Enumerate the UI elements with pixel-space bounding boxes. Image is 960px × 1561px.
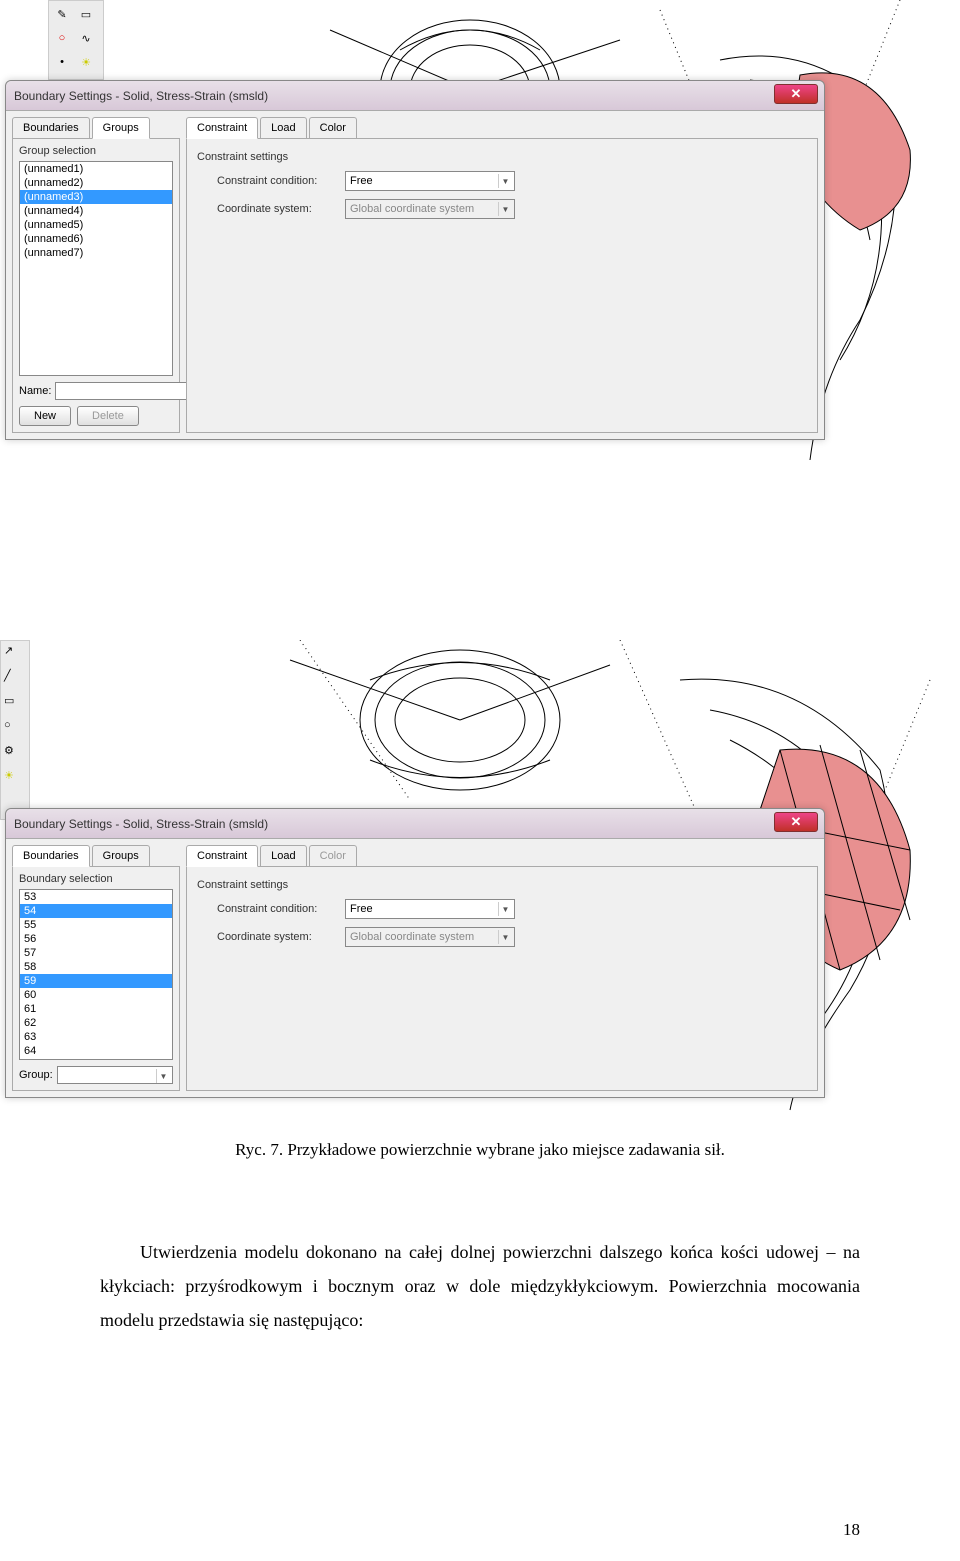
tab-boundaries[interactable]: Boundaries <box>12 117 90 138</box>
tab-color[interactable]: Color <box>309 117 357 138</box>
close-button[interactable]: ✕ <box>774 84 818 104</box>
rect-icon[interactable]: ▭ <box>75 3 97 25</box>
list-item[interactable]: 58 <box>20 960 172 974</box>
list-item[interactable]: (unnamed6) <box>20 232 172 246</box>
group-label: Group: <box>19 1069 53 1081</box>
group-combo[interactable]: ▼ <box>57 1066 173 1084</box>
coord-system-combo: Global coordinate system ▼ <box>345 199 515 219</box>
arrow-icon[interactable]: ↗ <box>4 644 26 666</box>
select-icon[interactable]: ▭ <box>4 694 26 716</box>
chevron-down-icon: ▼ <box>498 902 512 916</box>
name-label: Name: <box>19 385 51 397</box>
list-item[interactable]: 53 <box>20 890 172 904</box>
list-item[interactable]: 54 <box>20 904 172 918</box>
tab-color: Color <box>309 845 357 866</box>
titlebar[interactable]: Boundary Settings - Solid, Stress-Strain… <box>6 809 824 839</box>
group-selection-label: Group selection <box>19 145 173 157</box>
tab-boundaries[interactable]: Boundaries <box>12 845 90 867</box>
boundary-settings-dialog-2: Boundary Settings - Solid, Stress-Strain… <box>5 808 825 1098</box>
point-icon[interactable]: • <box>51 51 73 73</box>
right-tabs: Constraint Load Color <box>186 117 818 138</box>
sun-icon[interactable]: ☀ <box>75 51 97 73</box>
coord-system-label: Coordinate system: <box>217 931 337 943</box>
left-tabs: Boundaries Groups <box>12 845 180 866</box>
chevron-down-icon: ▼ <box>156 1069 170 1083</box>
close-button[interactable]: ✕ <box>774 812 818 832</box>
list-item[interactable]: 57 <box>20 946 172 960</box>
dialog-title: Boundary Settings - Solid, Stress-Strain… <box>14 89 268 103</box>
list-item[interactable]: 60 <box>20 988 172 1002</box>
chevron-down-icon: ▼ <box>498 174 512 188</box>
list-item[interactable]: 59 <box>20 974 172 988</box>
right-tabs: Constraint Load Color <box>186 845 818 866</box>
list-item[interactable]: 56 <box>20 932 172 946</box>
body-paragraph: Utwierdzenia modelu dokonano na całej do… <box>100 1235 860 1338</box>
boundary-settings-dialog-1: Boundary Settings - Solid, Stress-Strain… <box>5 80 825 440</box>
group-listbox[interactable]: (unnamed1)(unnamed2)(unnamed3)(unnamed4)… <box>19 161 173 376</box>
figure-caption: Ryc. 7. Przykładowe powierzchnie wybrane… <box>100 1140 860 1160</box>
constraint-settings-label: Constraint settings <box>197 879 811 891</box>
circle-icon[interactable]: ○ <box>51 27 73 49</box>
list-item[interactable]: 63 <box>20 1030 172 1044</box>
page-number: 18 <box>843 1520 860 1540</box>
new-button[interactable]: New <box>19 406 71 426</box>
constraint-condition-label: Constraint condition: <box>217 175 337 187</box>
list-item[interactable]: 55 <box>20 918 172 932</box>
constraint-settings-label: Constraint settings <box>197 151 811 163</box>
tab-load[interactable]: Load <box>260 117 306 138</box>
list-item[interactable]: (unnamed5) <box>20 218 172 232</box>
list-item[interactable]: (unnamed7) <box>20 246 172 260</box>
dialog-title: Boundary Settings - Solid, Stress-Strain… <box>14 817 268 831</box>
line-icon[interactable]: ╱ <box>4 669 26 691</box>
tool-palette: ✎ ▭ ○ ∿ • ☀ ✕ <box>48 0 104 80</box>
list-item[interactable]: (unnamed3) <box>20 190 172 204</box>
tab-groups[interactable]: Groups <box>92 845 150 866</box>
chevron-down-icon: ▼ <box>498 930 512 944</box>
left-tabs: Boundaries Groups <box>12 117 180 138</box>
titlebar[interactable]: Boundary Settings - Solid, Stress-Strain… <box>6 81 824 111</box>
tab-load[interactable]: Load <box>260 845 306 866</box>
list-item[interactable]: 61 <box>20 1002 172 1016</box>
chevron-down-icon: ▼ <box>498 202 512 216</box>
side-tool-palette: ↗ ╱ ▭ ○ ⚙ ☀ <box>0 640 30 820</box>
boundary-listbox[interactable]: 535455565758596061626364 <box>19 889 173 1060</box>
pencil-icon[interactable]: ✎ <box>51 3 73 25</box>
coord-system-label: Coordinate system: <box>217 203 337 215</box>
boundary-selection-label: Boundary selection <box>19 873 173 885</box>
tab-constraint[interactable]: Constraint <box>186 845 258 867</box>
list-item[interactable]: 64 <box>20 1044 172 1058</box>
gear-icon[interactable]: ⚙ <box>4 744 26 766</box>
constraint-condition-combo[interactable]: Free ▼ <box>345 171 515 191</box>
tab-groups[interactable]: Groups <box>92 117 150 139</box>
constraint-condition-label: Constraint condition: <box>217 903 337 915</box>
tab-constraint[interactable]: Constraint <box>186 117 258 139</box>
curve-icon[interactable]: ∿ <box>75 27 97 49</box>
list-item[interactable]: (unnamed2) <box>20 176 172 190</box>
circle2-icon[interactable]: ○ <box>4 719 26 741</box>
constraint-condition-combo[interactable]: Free ▼ <box>345 899 515 919</box>
delete-button[interactable]: Delete <box>77 406 139 426</box>
list-item[interactable]: 62 <box>20 1016 172 1030</box>
list-item[interactable]: (unnamed1) <box>20 162 172 176</box>
list-item[interactable]: (unnamed4) <box>20 204 172 218</box>
sun2-icon[interactable]: ☀ <box>4 769 26 791</box>
coord-system-combo: Global coordinate system ▼ <box>345 927 515 947</box>
